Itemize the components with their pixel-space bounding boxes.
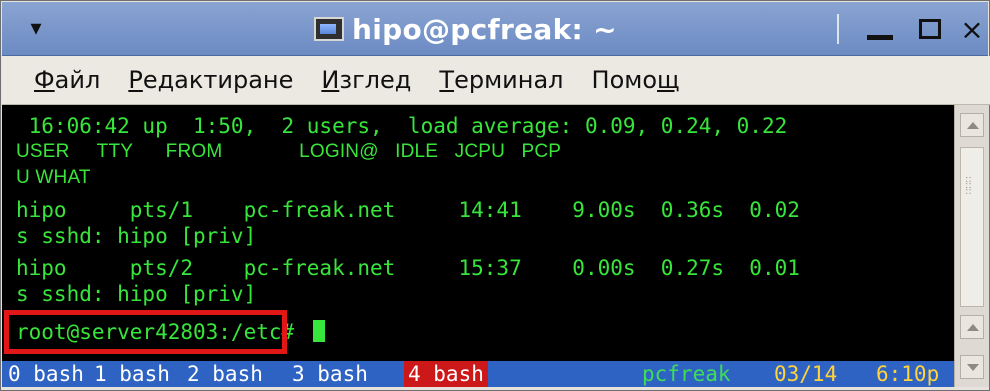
tab-1-bash[interactable]: 1 bash [94, 361, 170, 387]
session-line-2-wrap: s sshd: hipo [priv] [16, 282, 257, 306]
session-line-1-wrap: s sshd: hipo [priv] [16, 224, 257, 248]
screen-statusbar: 0 bash 1 bash 2 bash 3 bash 4 bash pcfre… [2, 361, 954, 387]
session-line-2: hipo pts/2 pc-freak.net 15:37 0.00s 0.27… [16, 256, 800, 280]
menu-help[interactable]: Помощ [578, 56, 694, 104]
date-label: 03/14 [774, 362, 838, 386]
menu-view[interactable]: Изглед [307, 56, 425, 104]
host-label: pcfreak [642, 362, 731, 386]
tab-3-bash[interactable]: 3 bash [292, 361, 368, 387]
scroll-down-button[interactable] [960, 355, 984, 379]
maximize-icon [919, 19, 941, 39]
tab-4-bash-active[interactable]: 4 bash [404, 361, 488, 387]
maximize-button[interactable] [908, 10, 952, 48]
window-title: hipo@pcfreak: ~ [352, 12, 617, 46]
vertical-scrollbar[interactable]: :::::: [954, 105, 989, 387]
time-label: 6:10p [876, 362, 940, 386]
scroll-up-button[interactable] [960, 113, 984, 137]
title-bar[interactable]: ▾ hipo@pcfreak: ~ × [2, 2, 988, 56]
terminal-icon [314, 17, 344, 41]
terminal-output[interactable]: 16:06:42 up 1:50, 2 users, load average:… [2, 105, 954, 387]
grip-icon: :::::: [965, 174, 972, 197]
window-menu-button[interactable]: ▾ [16, 12, 56, 46]
prompt-highlight-box [4, 310, 287, 354]
tab-0-bash[interactable]: 0 bash [8, 361, 84, 387]
uptime-line: 16:06:42 up 1:50, 2 users, load average:… [16, 114, 788, 138]
menu-terminal[interactable]: Терминал [425, 56, 577, 104]
session-line-1: hipo pts/1 pc-freak.net 14:41 9.00s 0.36… [16, 198, 800, 222]
tab-2-bash[interactable]: 2 bash [187, 361, 263, 387]
menu-file[interactable]: Файл [20, 56, 114, 104]
who-header-wrap: U WHAT [16, 167, 91, 188]
menu-edit[interactable]: Редактиране [114, 56, 307, 104]
who-header-line: USER TTY FROM LOGIN@ IDLE JCPU PCP [16, 141, 562, 162]
chevron-down-icon: ▾ [30, 16, 42, 41]
menu-bar: Файл Редактиране Изглед Терминал Помощ [2, 56, 990, 105]
close-button[interactable]: × [950, 10, 990, 48]
close-icon: × [960, 12, 984, 46]
terminal-window: ▾ hipo@pcfreak: ~ × Файл Редактиране Изг… [0, 0, 990, 391]
minimize-icon [867, 34, 893, 40]
window-title-group: hipo@pcfreak: ~ [314, 10, 617, 48]
scroll-thumb[interactable] [960, 147, 984, 307]
title-separator [837, 14, 839, 44]
scroll-up-step-button[interactable] [960, 315, 984, 339]
text-cursor [312, 320, 325, 342]
minimize-button[interactable] [858, 10, 902, 48]
